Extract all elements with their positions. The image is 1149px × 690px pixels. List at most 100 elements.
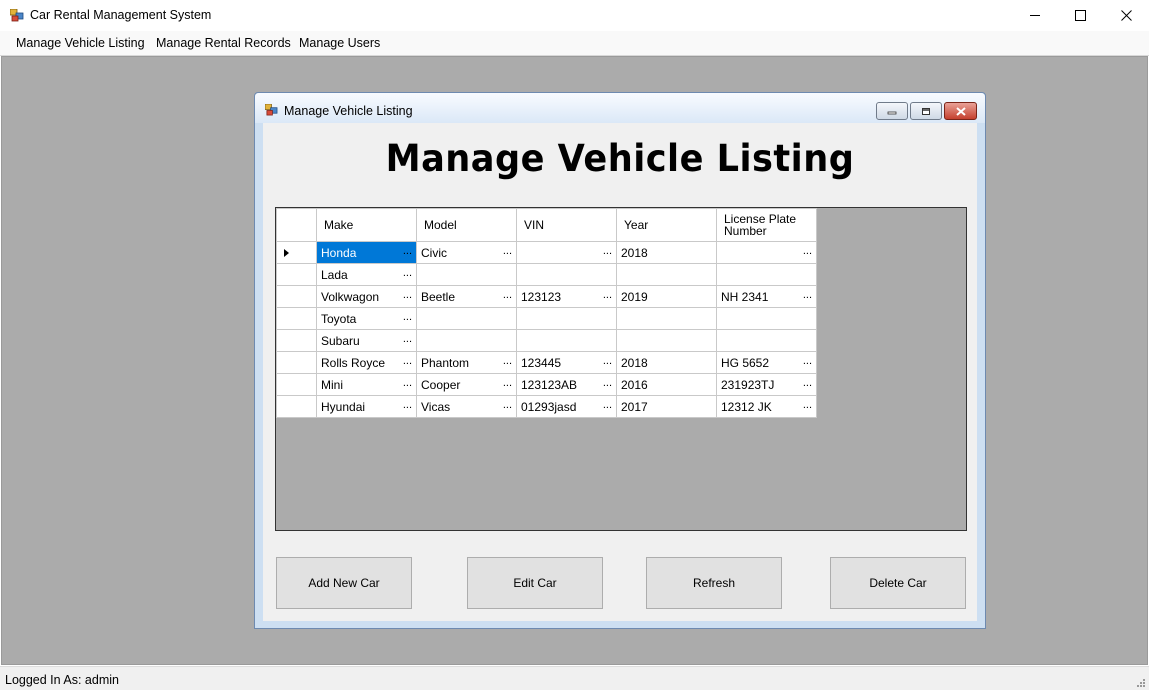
cell-vin[interactable]: 123445... (516, 351, 617, 374)
cell-year[interactable]: 2017 (616, 395, 717, 418)
column-header-vin[interactable]: VIN (516, 208, 617, 242)
add-new-car-button[interactable]: Add New Car (276, 557, 412, 609)
cell-year[interactable]: 2016 (616, 373, 717, 396)
row-header[interactable] (276, 307, 317, 330)
cell-ellipsis-button[interactable]: ... (403, 289, 412, 301)
table-row[interactable]: Lada... (276, 263, 817, 286)
refresh-button[interactable]: Refresh (646, 557, 782, 609)
cell-year[interactable]: 2018 (616, 351, 717, 374)
cell-ellipsis-button[interactable]: ... (803, 399, 812, 411)
vehicle-grid[interactable]: Make Model VIN Year License Plate Number… (275, 207, 967, 531)
cell-model[interactable] (416, 307, 517, 330)
cell-license-plate[interactable]: 12312 JK... (716, 395, 817, 418)
cell-year[interactable] (616, 307, 717, 330)
cell-license-plate[interactable] (716, 329, 817, 352)
cell-model[interactable] (416, 329, 517, 352)
cell-model[interactable]: Civic... (416, 241, 517, 264)
cell-license-plate[interactable] (716, 263, 817, 286)
cell-ellipsis-button[interactable]: ... (503, 399, 512, 411)
row-header[interactable] (276, 329, 317, 352)
delete-car-button[interactable]: Delete Car (830, 557, 966, 609)
menu-manage-vehicle-listing[interactable]: Manage Vehicle Listing (16, 36, 145, 50)
cell-ellipsis-button[interactable]: ... (403, 267, 412, 279)
table-row[interactable]: Toyota... (276, 307, 817, 330)
cell-value: Beetle (421, 289, 456, 304)
table-row[interactable]: Volkwagon... Beetle... 123123... 2019 NH 234… (276, 285, 817, 308)
cell-ellipsis-button[interactable]: ... (803, 355, 812, 367)
cell-make[interactable]: Lada... (316, 263, 417, 286)
column-header-license-plate[interactable]: License Plate Number (716, 208, 817, 242)
minimize-button[interactable] (1012, 0, 1058, 31)
cell-ellipsis-button[interactable]: ... (503, 289, 512, 301)
table-row[interactable]: Subaru... (276, 329, 817, 352)
cell-make[interactable]: Hyundai... (316, 395, 417, 418)
resize-grip-icon[interactable] (1135, 677, 1145, 687)
cell-vin[interactable]: 01293jasd... (516, 395, 617, 418)
cell-license-plate[interactable]: NH 2341... (716, 285, 817, 308)
edit-car-button[interactable]: Edit Car (467, 557, 603, 609)
cell-ellipsis-button[interactable]: ... (403, 377, 412, 389)
cell-make[interactable]: Subaru... (316, 329, 417, 352)
cell-year[interactable] (616, 263, 717, 286)
column-header-model[interactable]: Model (416, 208, 517, 242)
close-button[interactable] (1103, 0, 1149, 31)
cell-ellipsis-button[interactable]: ... (603, 355, 612, 367)
cell-license-plate[interactable]: 231923TJ... (716, 373, 817, 396)
cell-ellipsis-button[interactable]: ... (503, 355, 512, 367)
cell-make[interactable]: Mini... (316, 373, 417, 396)
cell-year[interactable]: 2018 (616, 241, 717, 264)
maximize-button[interactable] (1057, 0, 1103, 31)
cell-year[interactable] (616, 329, 717, 352)
cell-make[interactable]: Toyota... (316, 307, 417, 330)
cell-make[interactable]: Honda... (316, 241, 417, 264)
cell-model[interactable] (416, 263, 517, 286)
cell-model[interactable]: Phantom... (416, 351, 517, 374)
child-minimize-button[interactable] (876, 102, 908, 120)
cell-make[interactable]: Volkwagon... (316, 285, 417, 308)
cell-ellipsis-button[interactable]: ... (403, 399, 412, 411)
menu-manage-rental-records[interactable]: Manage Rental Records (156, 36, 291, 50)
child-close-button[interactable] (944, 102, 977, 120)
cell-ellipsis-button[interactable]: ... (403, 355, 412, 367)
cell-vin[interactable]: ... (516, 241, 617, 264)
table-row[interactable]: Honda... Civic...... 2018... (276, 241, 817, 264)
child-restore-button[interactable] (910, 102, 942, 120)
row-header[interactable] (276, 263, 317, 286)
cell-vin[interactable]: 123123AB... (516, 373, 617, 396)
cell-license-plate[interactable]: HG 5652... (716, 351, 817, 374)
cell-vin[interactable]: 123123... (516, 285, 617, 308)
row-header[interactable] (276, 285, 317, 308)
row-header[interactable] (276, 395, 317, 418)
cell-model[interactable]: Cooper... (416, 373, 517, 396)
cell-ellipsis-button[interactable]: ... (603, 399, 612, 411)
cell-ellipsis-button[interactable]: ... (403, 333, 412, 345)
cell-model[interactable]: Vicas... (416, 395, 517, 418)
cell-ellipsis-button[interactable]: ... (603, 245, 612, 257)
cell-year[interactable]: 2019 (616, 285, 717, 308)
cell-make[interactable]: Rolls Royce... (316, 351, 417, 374)
table-row[interactable]: Rolls Royce... Phantom... 123445... 2018 HG … (276, 351, 817, 374)
cell-ellipsis-button[interactable]: ... (603, 289, 612, 301)
cell-vin[interactable] (516, 307, 617, 330)
row-header[interactable] (276, 373, 317, 396)
menu-manage-users[interactable]: Manage Users (299, 36, 380, 50)
cell-license-plate[interactable]: ... (716, 241, 817, 264)
row-header[interactable] (276, 241, 317, 264)
cell-ellipsis-button[interactable]: ... (803, 245, 812, 257)
cell-vin[interactable] (516, 329, 617, 352)
cell-license-plate[interactable] (716, 307, 817, 330)
column-header-year[interactable]: Year (616, 208, 717, 242)
cell-ellipsis-button[interactable]: ... (503, 245, 512, 257)
column-header-make[interactable]: Make (316, 208, 417, 242)
row-header[interactable] (276, 351, 317, 374)
cell-ellipsis-button[interactable]: ... (803, 377, 812, 389)
cell-ellipsis-button[interactable]: ... (503, 377, 512, 389)
table-row[interactable]: Hyundai... Vicas... 01293jasd... 2017 12312 … (276, 395, 817, 418)
cell-ellipsis-button[interactable]: ... (403, 245, 412, 257)
cell-model[interactable]: Beetle... (416, 285, 517, 308)
cell-ellipsis-button[interactable]: ... (803, 289, 812, 301)
cell-ellipsis-button[interactable]: ... (403, 311, 412, 323)
cell-ellipsis-button[interactable]: ... (603, 377, 612, 389)
table-row[interactable]: Mini... Cooper... 123123AB... 2016 231923TJ.… (276, 373, 817, 396)
cell-vin[interactable] (516, 263, 617, 286)
